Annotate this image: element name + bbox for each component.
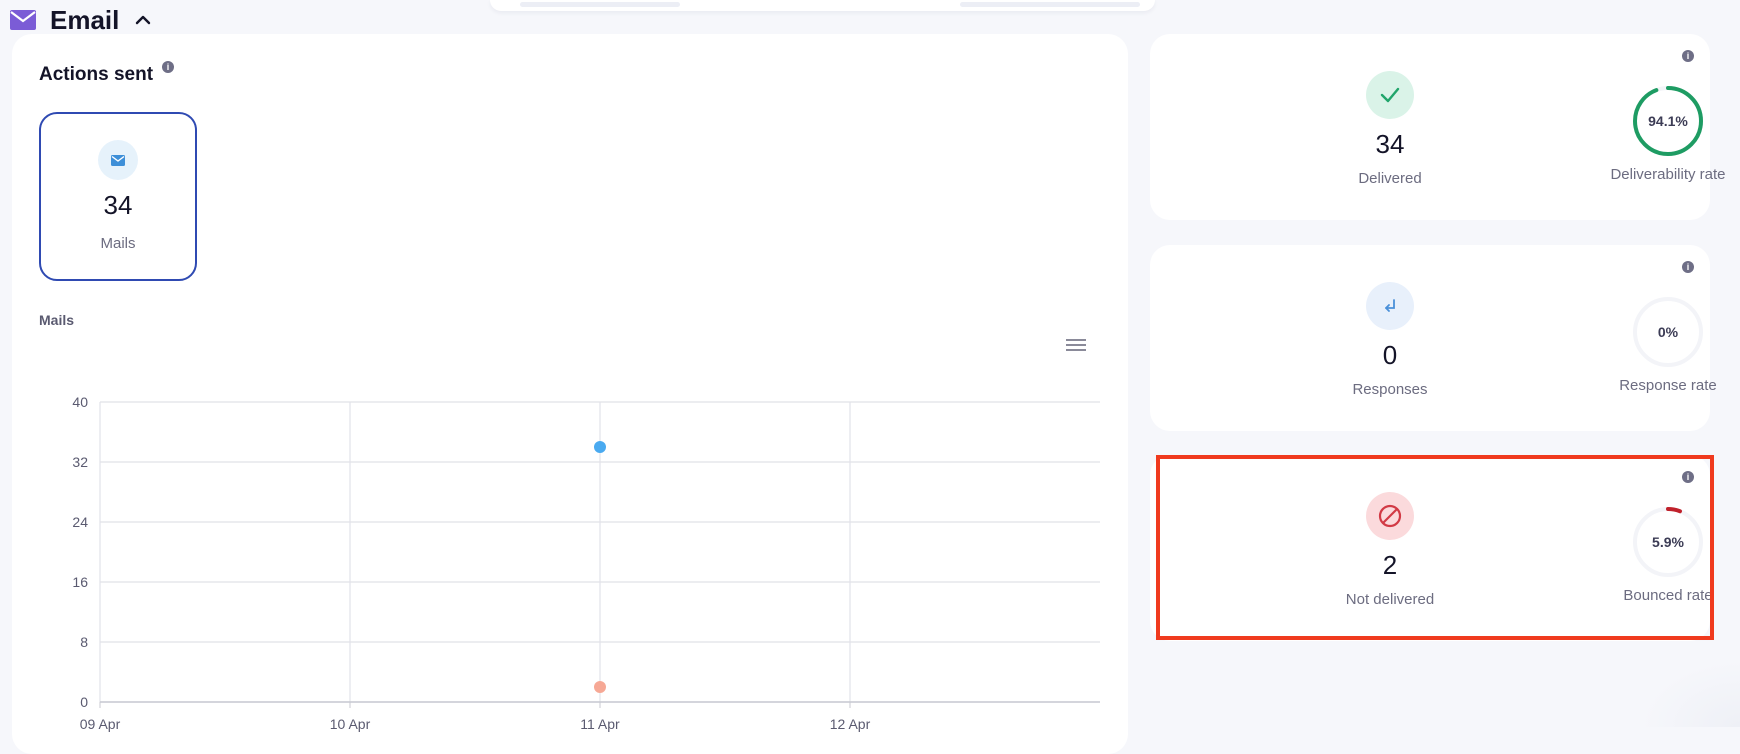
delivered-label: Delivered (1358, 170, 1422, 187)
not-delivered-card: i 2 Not delivered 5.9% Bounced rate (1150, 455, 1713, 641)
info-icon[interactable]: i (1682, 261, 1694, 273)
x-tick-label: 09 Apr (80, 716, 121, 732)
not-delivered-count: 2 (1382, 550, 1398, 580)
deliverability-rate-value: 94.1% (1648, 113, 1688, 129)
mails-count: 34 (103, 190, 133, 220)
actions-sent-card: Actions sent i 34 Mails Mails 0 8 16 24 32 40… (12, 34, 1128, 754)
x-tick-label: 12 Apr (830, 716, 871, 732)
checkmark-icon (1366, 71, 1414, 119)
response-rate-ring: 0% Response rate (1568, 295, 1740, 394)
mails-label: Mails (100, 235, 136, 252)
data-point-sent[interactable] (594, 441, 606, 453)
info-icon[interactable]: i (1682, 471, 1694, 483)
data-point-not-delivered[interactable] (594, 681, 606, 693)
response-rate-label: Response rate (1619, 377, 1717, 394)
responses-stat: 0 Responses (1290, 282, 1490, 398)
bounced-rate-label: Bounced rate (1623, 587, 1713, 604)
info-icon[interactable]: i (1682, 50, 1694, 62)
y-tick-label: 40 (72, 394, 88, 410)
top-toolbar (490, 0, 1155, 11)
not-delivered-label: Not delivered (1345, 591, 1435, 608)
chart-menu-icon[interactable] (1065, 337, 1087, 353)
envelope-icon (10, 10, 36, 30)
responses-card: i 0 Responses 0% Response rate (1150, 245, 1717, 431)
info-icon[interactable]: i (162, 61, 174, 73)
x-tick-label: 11 Apr (580, 716, 620, 732)
toolbar-segment (960, 2, 1140, 7)
deliverability-rate-label: Deliverability rate (1610, 166, 1726, 183)
y-tick-label: 24 (72, 514, 88, 530)
delivered-stat: 34 Delivered (1290, 71, 1490, 187)
section-title: Email (50, 4, 120, 35)
bounced-rate-value: 5.9% (1652, 534, 1684, 550)
y-tick-label: 32 (72, 454, 88, 470)
response-rate-value: 0% (1657, 324, 1679, 340)
reply-arrow-icon (1366, 282, 1414, 330)
toolbar-segment (520, 2, 680, 7)
responses-label: Responses (1352, 381, 1428, 398)
chart-y-title: Mails (39, 312, 75, 328)
actions-sent-title: Actions sent (39, 64, 154, 85)
responses-count: 0 (1382, 340, 1398, 370)
y-tick-label: 16 (72, 574, 88, 590)
delivered-card: i 34 Delivered 94.1% Deliverability rate (1150, 34, 1726, 220)
mails-chart: 081624324009 Apr10 Apr11 Apr12 AprSentNo… (72, 394, 1100, 732)
x-tick-label: 10 Apr (330, 716, 371, 732)
delivered-count: 34 (1375, 129, 1405, 159)
y-tick-label: 0 (80, 694, 88, 710)
blocked-icon (1366, 492, 1414, 540)
corner-shade (1640, 660, 1740, 727)
bounced-rate-ring: 5.9% Bounced rate (1568, 505, 1740, 604)
chevron-up-icon[interactable] (133, 10, 153, 30)
deliverability-rate-ring: 94.1% Deliverability rate (1568, 84, 1740, 183)
envelope-icon (98, 140, 138, 180)
mails-tile[interactable]: 34 Mails (39, 112, 197, 281)
not-delivered-stat: 2 Not delivered (1290, 492, 1490, 608)
y-tick-label: 8 (80, 634, 88, 650)
